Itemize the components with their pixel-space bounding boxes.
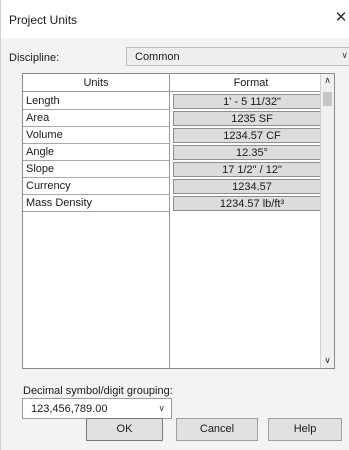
- table-row[interactable]: Slope 17 1/2" / 12": [23, 161, 334, 178]
- table-row[interactable]: Volume 1234.57 CF: [23, 127, 334, 144]
- units-table: Units Format Length 1' - 5 11/32" Area 1…: [22, 73, 335, 369]
- project-units-dialog: Project Units ✕ Discipline: Common ∨ Uni…: [0, 0, 349, 450]
- title-bar: Project Units ✕: [1, 0, 349, 38]
- table-row[interactable]: Angle 12.35°: [23, 144, 334, 161]
- chevron-up-icon[interactable]: ∧: [321, 75, 334, 86]
- scrollbar-thumb[interactable]: [323, 92, 332, 106]
- table-row[interactable]: Length 1' - 5 11/32": [23, 93, 334, 110]
- close-icon[interactable]: ✕: [334, 9, 348, 27]
- unit-name: Angle: [23, 144, 169, 161]
- discipline-value: Common: [135, 51, 180, 63]
- format-button[interactable]: 1234.57 lb/ft³: [173, 196, 331, 211]
- unit-name: Length: [23, 93, 169, 110]
- format-column-header[interactable]: Format: [170, 74, 332, 92]
- format-button[interactable]: 17 1/2" / 12": [173, 162, 331, 177]
- discipline-label: Discipline:: [9, 52, 60, 64]
- table-row[interactable]: Mass Density 1234.57 lb/ft³: [23, 195, 334, 212]
- units-column-header[interactable]: Units: [23, 74, 170, 92]
- chevron-down-icon[interactable]: ∨: [321, 355, 334, 366]
- help-button[interactable]: Help: [268, 418, 342, 441]
- unit-name: Currency: [23, 178, 169, 195]
- table-row[interactable]: Currency 1234.57: [23, 178, 334, 195]
- chevron-down-icon: ∨: [341, 50, 348, 60]
- unit-name: Slope: [23, 161, 169, 178]
- unit-name: Mass Density: [23, 195, 169, 212]
- decimal-grouping-label: Decimal symbol/digit grouping:: [23, 385, 173, 397]
- format-button[interactable]: 1234.57: [173, 179, 331, 194]
- ok-button[interactable]: OK: [86, 418, 163, 441]
- unit-name: Volume: [23, 127, 169, 144]
- format-button[interactable]: 12.35°: [173, 145, 331, 160]
- format-button[interactable]: 1' - 5 11/32": [173, 94, 331, 109]
- cancel-button[interactable]: Cancel: [176, 418, 258, 441]
- unit-name: Area: [23, 110, 169, 127]
- dialog-title: Project Units: [9, 13, 78, 27]
- format-button[interactable]: 1235 SF: [173, 111, 331, 126]
- decimal-grouping-value: 123,456,789.00: [31, 403, 108, 415]
- vertical-scrollbar[interactable]: ∧ ∨: [320, 74, 334, 368]
- table-row[interactable]: Area 1235 SF: [23, 110, 334, 127]
- decimal-grouping-dropdown[interactable]: 123,456,789.00 ∨: [22, 398, 172, 419]
- discipline-dropdown[interactable]: Common ∨: [126, 47, 349, 66]
- format-button[interactable]: 1234.57 CF: [173, 128, 331, 143]
- chevron-down-icon: ∨: [158, 403, 165, 413]
